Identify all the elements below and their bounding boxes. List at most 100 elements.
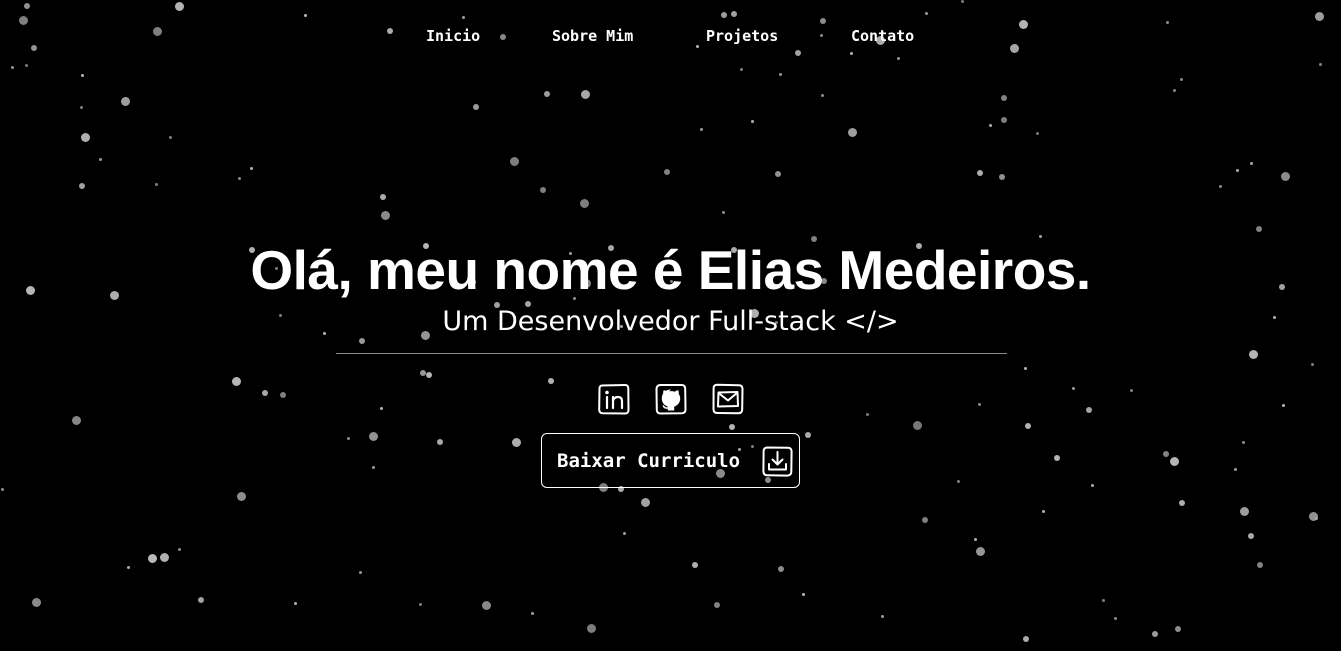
hero-divider xyxy=(336,353,1007,354)
star-dot xyxy=(641,498,650,507)
star-dot xyxy=(976,547,985,556)
star-dot xyxy=(238,177,241,180)
star-dot xyxy=(1315,12,1324,21)
star-dot xyxy=(262,390,268,396)
hero-title: Olá, meu nome é Elias Medeiros. xyxy=(250,239,1091,301)
hero-subtitle: Um Desenvolvedor Full-stack </> xyxy=(442,306,899,337)
star-dot xyxy=(121,97,130,106)
star-dot xyxy=(974,538,977,541)
star-dot xyxy=(359,571,362,574)
nav-link-contato[interactable]: Contato xyxy=(851,26,914,46)
star-dot xyxy=(1315,517,1318,520)
star-dot xyxy=(897,57,900,60)
star-dot xyxy=(160,553,169,562)
star-dot xyxy=(482,601,491,610)
star-dot xyxy=(866,413,869,416)
star-dot xyxy=(372,466,375,469)
star-dot xyxy=(795,50,801,56)
star-dot xyxy=(198,597,204,603)
star-dot xyxy=(1042,510,1045,513)
star-dot xyxy=(1175,626,1181,632)
star-dot xyxy=(714,602,720,608)
star-dot xyxy=(664,169,670,175)
star-dot xyxy=(419,603,422,606)
star-dot xyxy=(81,133,90,142)
star-dot xyxy=(473,104,479,110)
star-dot xyxy=(1236,169,1239,172)
star-dot xyxy=(1248,533,1254,539)
download-cv-label: Baixar Curriculo xyxy=(557,450,741,472)
star-dot xyxy=(1001,117,1007,123)
star-dot xyxy=(178,548,181,551)
star-dot xyxy=(148,554,157,563)
nav-link-sobre-mim[interactable]: Sobre Mim xyxy=(552,26,633,46)
star-dot xyxy=(1281,172,1290,181)
star-dot xyxy=(802,593,805,596)
star-dot xyxy=(79,183,85,189)
star-dot xyxy=(731,11,737,17)
star-dot xyxy=(1072,387,1075,390)
star-dot xyxy=(1173,89,1176,92)
star-dot xyxy=(19,16,28,25)
star-dot xyxy=(24,3,30,9)
star-dot xyxy=(1054,455,1060,461)
star-dot xyxy=(999,174,1005,180)
star-dot xyxy=(294,602,297,605)
star-dot xyxy=(977,170,983,176)
star-dot xyxy=(1242,441,1245,444)
star-dot xyxy=(1311,363,1314,366)
social-links xyxy=(597,382,747,418)
star-dot xyxy=(169,136,172,139)
linkedin-icon[interactable] xyxy=(597,382,631,416)
star-dot xyxy=(989,124,992,127)
star-dot xyxy=(380,407,383,410)
star-dot xyxy=(250,167,253,170)
star-dot xyxy=(881,615,884,618)
star-dot xyxy=(729,424,735,430)
star-dot xyxy=(1250,162,1253,165)
star-dot xyxy=(1024,367,1027,370)
download-cv-button[interactable]: Baixar Curriculo xyxy=(541,433,800,488)
star-dot xyxy=(369,432,378,441)
star-dot xyxy=(779,73,782,76)
download-icon xyxy=(761,445,794,478)
star-dot xyxy=(1234,468,1237,471)
star-dot xyxy=(925,12,928,15)
star-dot xyxy=(1249,350,1258,359)
star-dot xyxy=(72,416,81,425)
nav-link-inicio[interactable]: Inicio xyxy=(426,26,480,46)
star-dot xyxy=(1023,636,1029,642)
star-dot xyxy=(127,566,130,569)
star-dot xyxy=(1163,451,1169,457)
star-dot xyxy=(512,438,521,447)
star-dot xyxy=(913,421,922,430)
nav-link-projetos[interactable]: Projetos xyxy=(706,26,778,46)
star-dot xyxy=(437,439,443,445)
star-dot xyxy=(1256,226,1262,232)
star-dot xyxy=(1240,507,1249,516)
star-dot xyxy=(820,18,826,24)
star-dot xyxy=(722,211,725,214)
star-dot xyxy=(692,562,698,568)
star-dot xyxy=(304,14,307,17)
mail-icon[interactable] xyxy=(711,382,745,416)
star-dot xyxy=(1091,484,1094,487)
star-dot xyxy=(1166,21,1169,24)
star-dot xyxy=(1025,423,1031,429)
star-dot xyxy=(380,194,386,200)
star-dot xyxy=(25,64,28,67)
star-dot xyxy=(778,566,784,572)
star-dot xyxy=(1219,185,1222,188)
star-dot xyxy=(80,106,83,109)
star-dot xyxy=(1170,457,1179,466)
star-dot xyxy=(81,74,84,77)
star-dot xyxy=(740,68,743,71)
star-dot xyxy=(99,158,102,161)
star-dot xyxy=(1001,95,1007,101)
github-icon[interactable] xyxy=(654,382,688,416)
star-dot xyxy=(978,403,981,406)
star-dot xyxy=(32,598,41,607)
star-dot xyxy=(623,532,626,535)
star-dot xyxy=(462,16,465,19)
star-dot xyxy=(531,612,534,615)
